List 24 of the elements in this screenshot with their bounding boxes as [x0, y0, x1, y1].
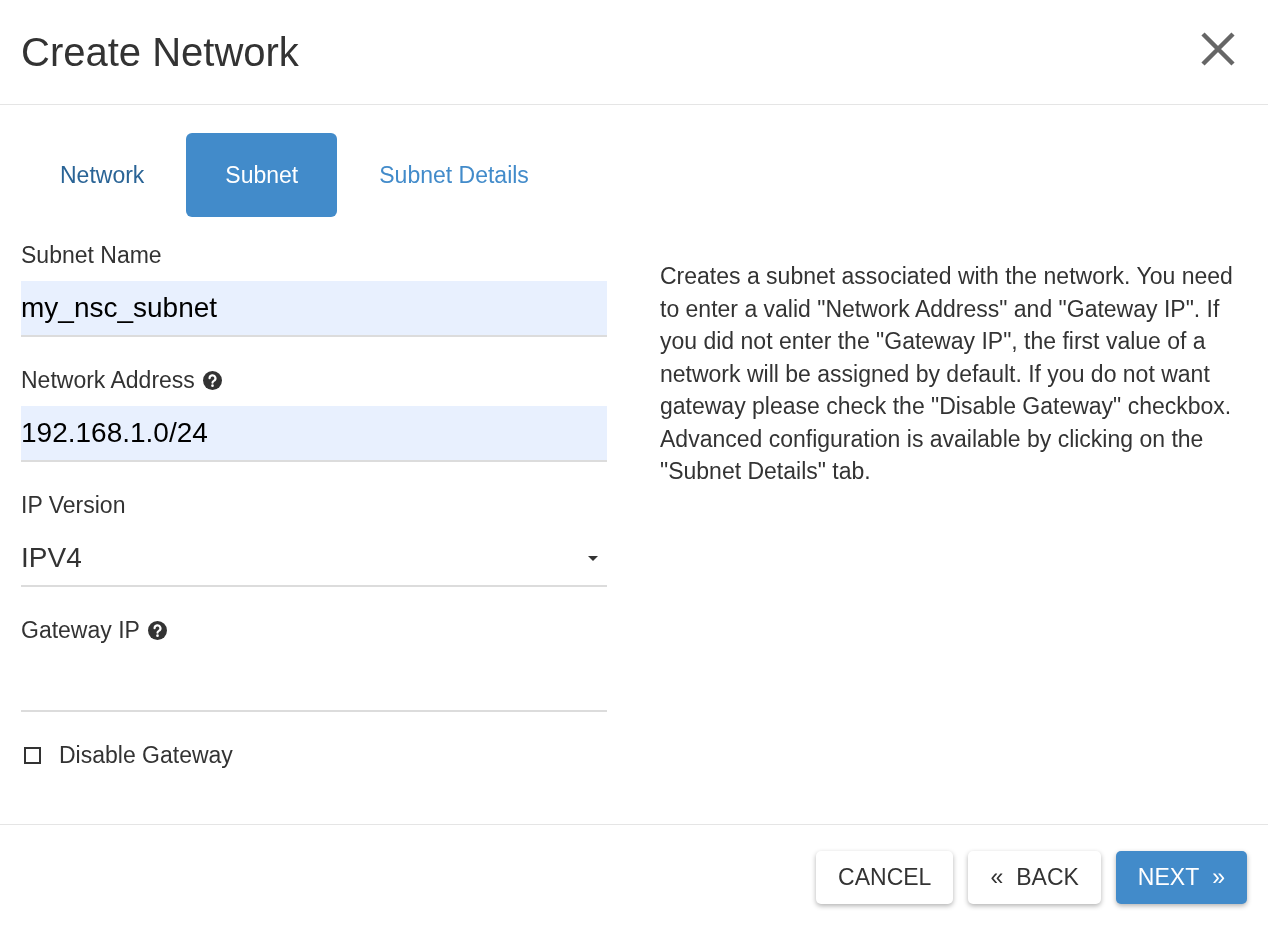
dialog-title: Create Network: [21, 29, 299, 76]
double-chevron-left-icon: «: [990, 864, 1004, 891]
tab[interactable]: Subnet: [186, 133, 338, 217]
field-label: Network Address: [21, 367, 195, 393]
field-label: IP Version: [21, 492, 126, 518]
field-label: Subnet Name: [21, 242, 162, 268]
checkbox[interactable]: [24, 746, 41, 764]
close-icon: [1200, 32, 1236, 66]
help-icon[interactable]: [147, 620, 167, 640]
close-button[interactable]: [1200, 32, 1236, 66]
checkbox-label[interactable]: Disable Gateway: [59, 742, 233, 768]
field-label: Gateway IP: [21, 617, 140, 643]
cancel-button[interactable]: CANCEL: [816, 851, 954, 904]
double-chevron-right-icon: »: [1212, 864, 1225, 891]
text-field[interactable]: my_nsc_subnet: [21, 281, 607, 337]
caret-icon: [588, 555, 598, 561]
description-text: Creates a subnet associated with the network. You need to enter a valid "Network Address" and "Gateway IP". If you did not enter the "Gateway IP", the first value of a network will be assigned by default. If you do not want gateway please check the "Disable Gateway" checkbox. Advanced configuration is available by clicking on the "Subnet Details" tab.: [660, 262, 1234, 486]
dropdown[interactable]: IPV4: [21, 531, 607, 587]
help-icon[interactable]: [202, 370, 222, 390]
next-button[interactable]: NEXT »: [1115, 851, 1247, 904]
tab[interactable]: Network: [21, 133, 184, 217]
tab[interactable]: Subnet Details: [340, 133, 568, 217]
back-button[interactable]: « BACK: [968, 851, 1101, 904]
text-field[interactable]: 192.168.1.0/24: [21, 406, 607, 462]
